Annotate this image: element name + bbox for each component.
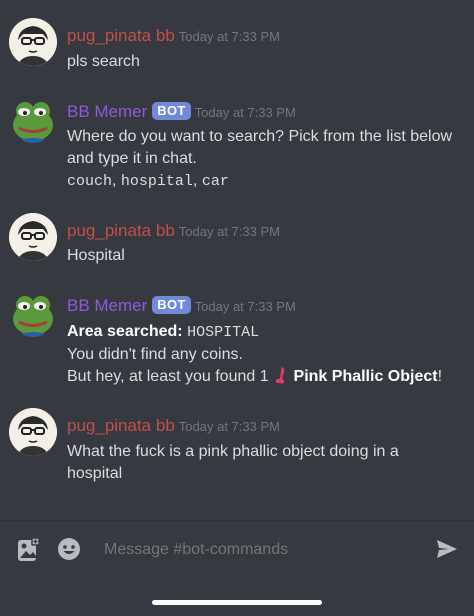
- user-avatar[interactable]: [9, 408, 57, 456]
- gallery-icon[interactable]: [16, 537, 40, 568]
- timestamp: Today at 7:33 PM: [178, 419, 280, 434]
- area-line: Area searched: HOSPITAL: [67, 321, 460, 344]
- found-line: But hey, at least you found 1 Pink Phall…: [67, 366, 460, 391]
- user-avatar[interactable]: [9, 18, 57, 66]
- options-line: couch, hospital, car: [67, 170, 460, 193]
- message-header: BB Memer BOT Today at 7:33 PM: [67, 102, 296, 122]
- message-content: What the fuck is a pink phallic object d…: [67, 441, 460, 485]
- send-icon[interactable]: [436, 539, 458, 564]
- area-label: Area searched:: [67, 323, 183, 340]
- author-name[interactable]: pug_pinata bb: [67, 26, 175, 45]
- message-content: pls search: [67, 51, 460, 73]
- timestamp: Today at 7:33 PM: [178, 29, 280, 44]
- home-indicator[interactable]: [152, 600, 322, 605]
- bot-badge: BOT: [152, 102, 191, 120]
- message-line: Hospital: [67, 247, 125, 264]
- found-prefix: But hey, at least you found 1: [67, 368, 269, 385]
- timestamp: Today at 7:33 PM: [194, 299, 296, 314]
- message-header: pug_pinata bb Today at 7:33 PM: [67, 221, 280, 241]
- pink-object-icon: [273, 366, 289, 391]
- message-line: You didn't find any coins.: [67, 346, 243, 363]
- emoji-icon[interactable]: [57, 537, 81, 566]
- option-code: car: [201, 173, 229, 190]
- message-line: What the fuck is a pink phallic object d…: [67, 443, 399, 460]
- message-input[interactable]: [102, 540, 366, 560]
- separator: ,: [192, 172, 202, 189]
- message-line: Where do you want to search? Pick from t…: [67, 128, 453, 145]
- separator: ,: [112, 172, 121, 189]
- item-name: Pink Phallic Object: [293, 368, 438, 385]
- author-name[interactable]: BB Memer: [67, 102, 147, 121]
- timestamp: Today at 7:33 PM: [178, 224, 280, 239]
- found-suffix: !: [437, 368, 443, 385]
- timestamp: Today at 7:33 PM: [194, 105, 296, 120]
- message-header: BB Memer BOT Today at 7:33 PM: [67, 296, 296, 316]
- option-code: couch: [67, 173, 113, 190]
- message-line: pls search: [67, 53, 140, 70]
- user-avatar[interactable]: [9, 213, 57, 261]
- message-line: hospital: [67, 465, 123, 482]
- message-header: pug_pinata bb Today at 7:33 PM: [67, 416, 280, 436]
- bot-badge: BOT: [152, 296, 191, 314]
- message-content: Where do you want to search? Pick from t…: [67, 126, 460, 193]
- author-name[interactable]: BB Memer: [67, 296, 147, 315]
- message-line: and type it in chat.: [67, 150, 197, 167]
- bot-avatar[interactable]: [9, 289, 57, 337]
- bot-avatar[interactable]: [9, 95, 57, 143]
- area-value: HOSPITAL: [187, 324, 260, 341]
- author-name[interactable]: pug_pinata bb: [67, 416, 175, 435]
- message-content: Area searched: HOSPITAL You didn't find …: [67, 321, 460, 391]
- message-content: Hospital: [67, 245, 460, 267]
- author-name[interactable]: pug_pinata bb: [67, 221, 175, 240]
- message-header: pug_pinata bb Today at 7:33 PM: [67, 26, 280, 46]
- option-code: hospital: [120, 173, 193, 190]
